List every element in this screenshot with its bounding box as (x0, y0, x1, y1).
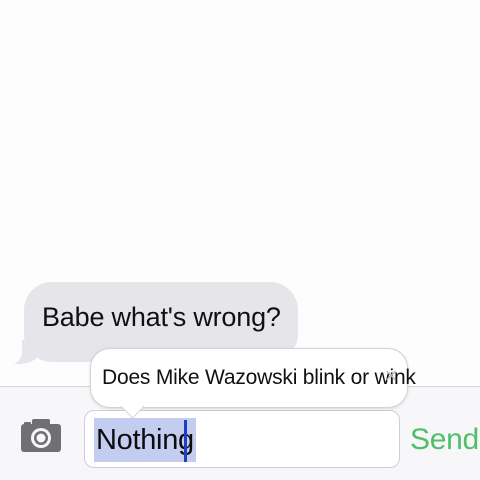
send-button[interactable]: Send (410, 418, 479, 462)
typed-text-selected[interactable]: Nothing (94, 418, 196, 462)
text-cursor (184, 420, 187, 462)
camera-button[interactable] (18, 414, 64, 456)
messages-screen: Babe what's wrong? Nothing Send Does Mik… (0, 0, 480, 480)
close-icon[interactable]: × (381, 362, 401, 390)
received-message-text: Babe what's wrong? (42, 302, 281, 332)
camera-icon (21, 419, 61, 452)
conversation-view[interactable]: Babe what's wrong? (0, 0, 480, 380)
autocorrect-suggestion-text[interactable]: Does Mike Wazowski blink or wink (102, 366, 416, 390)
